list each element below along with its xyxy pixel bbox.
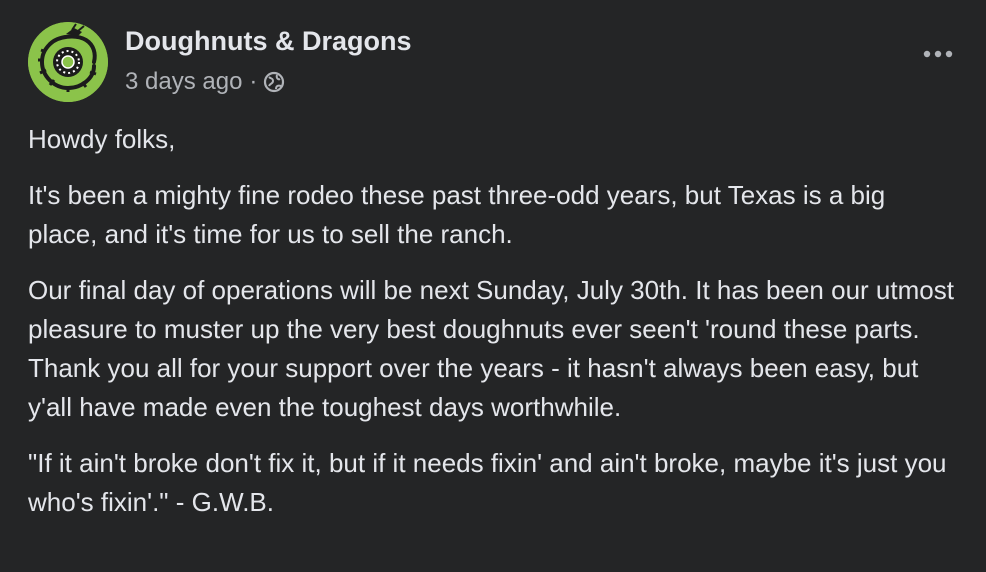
dragon-doughnut-logo-icon	[28, 22, 108, 102]
post-paragraph-quote: "If it ain't broke don't fix it, but if …	[28, 448, 947, 517]
post-meta: 3 days ago ·	[125, 67, 285, 97]
more-options-icon	[923, 50, 953, 58]
post-header: Doughnuts & Dragons 3 days ago ·	[28, 22, 958, 102]
post-paragraph-announcement: It's been a mighty fine rodeo these past…	[28, 180, 886, 249]
post-timestamp[interactable]: 3 days ago	[125, 68, 242, 96]
post-paragraph-greeting: Howdy folks,	[28, 124, 176, 154]
more-options-button[interactable]	[918, 34, 958, 74]
post-card: Doughnuts & Dragons 3 days ago · Howdy f…	[0, 0, 986, 572]
page-avatar[interactable]	[28, 22, 108, 102]
globe-icon[interactable]	[263, 71, 285, 93]
page-name-link[interactable]: Doughnuts & Dragons	[125, 26, 411, 57]
post-paragraph-closing-details: Our final day of operations will be next…	[28, 275, 954, 422]
post-body: Howdy folks, It's been a mighty fine rod…	[28, 120, 958, 539]
meta-separator: ·	[249, 68, 258, 95]
